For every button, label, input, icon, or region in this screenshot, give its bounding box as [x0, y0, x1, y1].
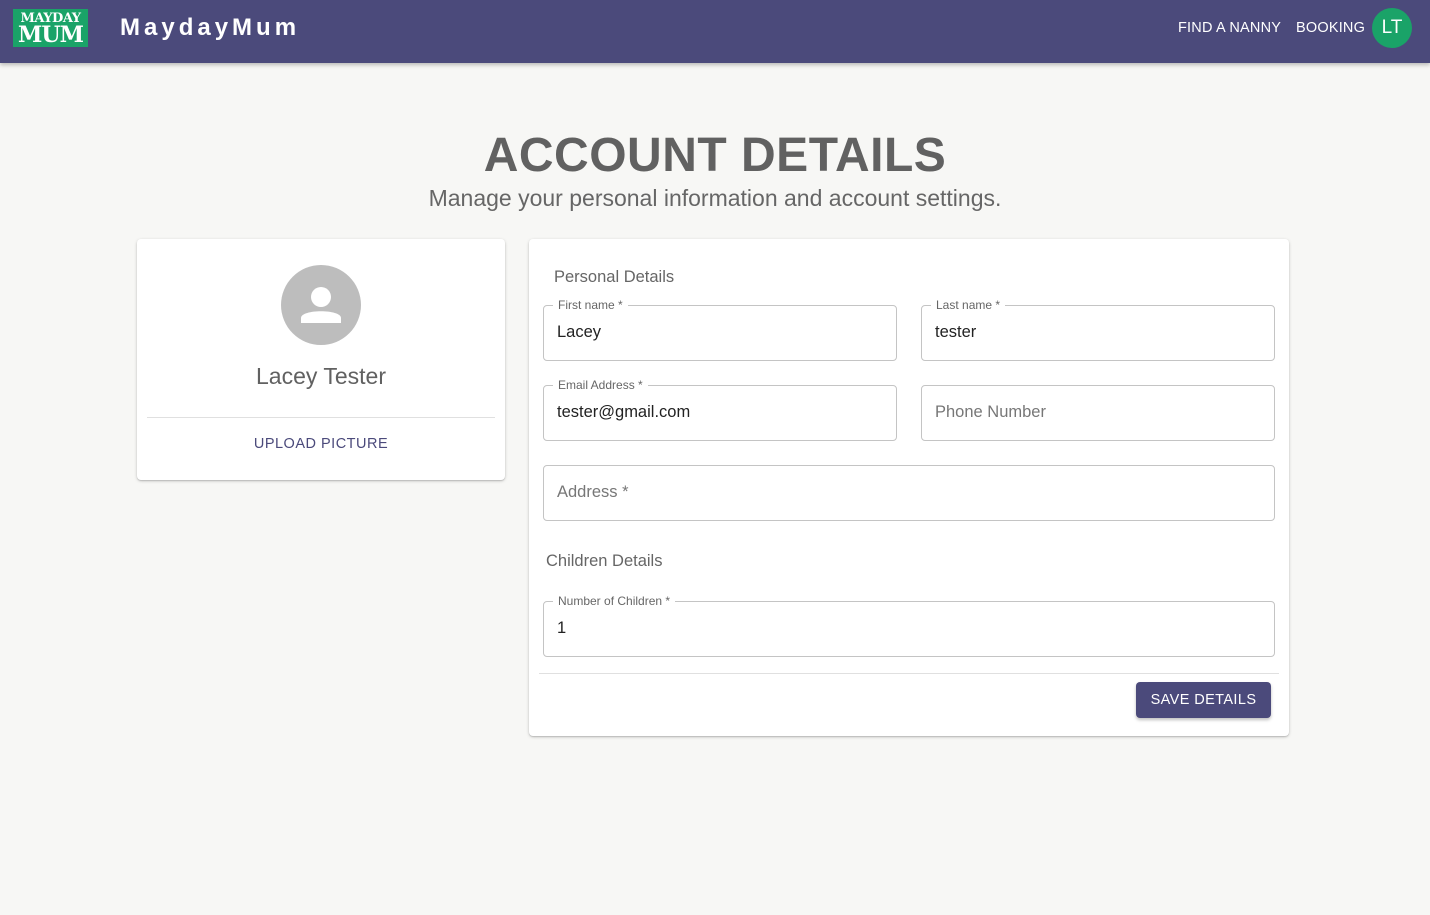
number-of-children-label: Number of Children *	[553, 594, 676, 608]
personal-details-heading: Personal Details	[554, 268, 675, 286]
phone-number-placeholder: Phone Number	[935, 403, 1046, 421]
first-name-value[interactable]: Lacey	[557, 323, 601, 342]
account-form-card: Personal Details First name * Lacey Last…	[529, 239, 1289, 736]
address-placeholder: Address *	[557, 483, 629, 501]
number-of-children-field[interactable]: Number of Children * 1	[543, 594, 1275, 657]
nav-booking[interactable]: BOOKING	[1296, 20, 1365, 36]
last-name-field[interactable]: Last name * tester	[921, 298, 1275, 361]
profile-name: Lacey Tester	[256, 363, 386, 389]
divider	[147, 417, 495, 418]
children-details-heading: Children Details	[546, 552, 663, 570]
user-avatar-button[interactable]: LT	[1372, 8, 1412, 48]
email-field[interactable]: Email Address * tester@gmail.com	[543, 378, 897, 441]
first-name-label: First name *	[553, 298, 628, 312]
save-details-button[interactable]: SAVE DETAILS	[1136, 682, 1271, 718]
address-field[interactable]: Address *	[543, 465, 1275, 521]
phone-number-field[interactable]: Phone Number	[921, 385, 1275, 441]
upload-picture-button[interactable]: UPLOAD PICTURE	[137, 436, 505, 452]
brand-name[interactable]: MaydayMum	[120, 14, 300, 42]
nav-find-a-nanny[interactable]: FIND A NANNY	[1178, 20, 1281, 36]
last-name-label: Last name *	[931, 298, 1006, 312]
logo-line-2: MUM	[18, 22, 84, 47]
page-title: ACCOUNT DETAILS	[483, 129, 947, 182]
first-name-field[interactable]: First name * Lacey	[543, 298, 897, 361]
profile-card: Lacey Tester UPLOAD PICTURE	[137, 239, 505, 480]
page-subtitle: Manage your personal information and acc…	[428, 185, 1002, 211]
brand-logo[interactable]: MAYDAY MUM	[13, 9, 88, 47]
person-icon	[281, 265, 361, 345]
app-bar: MAYDAY MUM MaydayMum FIND A NANNY BOOKIN…	[0, 0, 1430, 63]
last-name-value[interactable]: tester	[935, 323, 976, 342]
email-label: Email Address *	[553, 378, 648, 392]
email-value[interactable]: tester@gmail.com	[557, 403, 690, 422]
number-of-children-value[interactable]: 1	[557, 619, 566, 638]
divider	[539, 673, 1279, 674]
